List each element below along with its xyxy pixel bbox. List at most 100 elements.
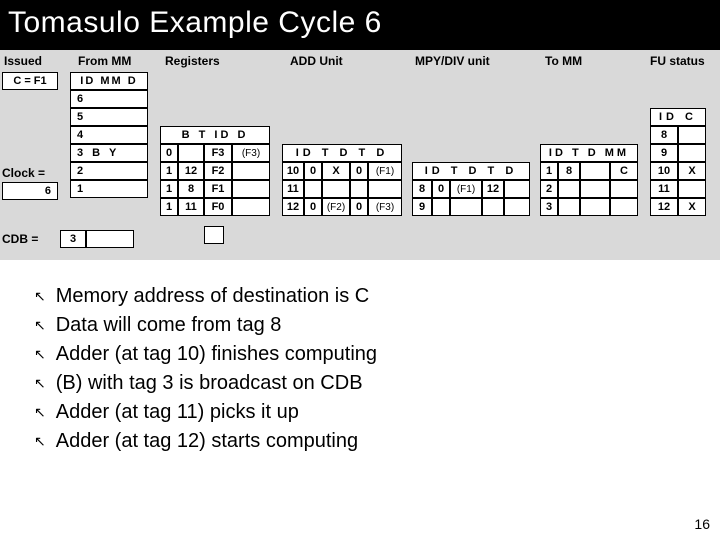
add-t2: 0 (350, 162, 368, 180)
mpy-t2 (482, 198, 504, 216)
slide-title: Tomasulo Example Cycle 6 (0, 0, 720, 50)
from-mm-row: 3 B Y (70, 144, 148, 162)
cdb-data-empty (86, 230, 134, 248)
mpy-d1 (450, 198, 482, 216)
add-d2 (368, 180, 402, 198)
tomm-subheader: ID T D MM (540, 144, 638, 162)
hdr-from-mm: From MM (78, 54, 131, 68)
fu-id: 12 (650, 198, 678, 216)
reg-t: 11 (178, 198, 204, 216)
add-d1: X (322, 162, 350, 180)
from-mm-row: 6 (70, 90, 148, 108)
reg-t (178, 144, 204, 162)
note-item: Adder (at tag 10) finishes computing (56, 340, 377, 369)
hdr-to-mm: To MM (545, 54, 582, 68)
note-item: Adder (at tag 12) starts computing (56, 427, 358, 456)
add-d1: (F2) (322, 198, 350, 216)
tomm-d (580, 198, 610, 216)
reg-d (232, 198, 270, 216)
bullet-arrow-icon: ↖ (34, 315, 46, 335)
fu-id: 9 (650, 144, 678, 162)
bullet-arrow-icon: ↖ (34, 373, 46, 393)
page-number: 16 (694, 516, 710, 532)
hdr-mpy-div: MPY/DIV unit (415, 54, 490, 68)
tomm-d (580, 162, 610, 180)
registers-subheader: B T ID D (160, 126, 270, 144)
hdr-registers: Registers (165, 54, 220, 68)
tomm-mm (610, 180, 638, 198)
fu-subheader: ID C (650, 108, 706, 126)
reg-d (232, 180, 270, 198)
clock-value: 6 (2, 182, 58, 200)
mpy-t2: 12 (482, 180, 504, 198)
fu-c (678, 180, 706, 198)
add-t2: 0 (350, 198, 368, 216)
tomm-t (558, 180, 580, 198)
cdb-label: CDB = (2, 232, 38, 246)
from-mm-row: 1 (70, 180, 148, 198)
reg-d: (F3) (232, 144, 270, 162)
tomm-id: 2 (540, 180, 558, 198)
notes-list: ↖Memory address of destination is C ↖Dat… (0, 260, 720, 456)
mpy-d1: (F1) (450, 180, 482, 198)
hdr-fu-status: FU status (650, 54, 705, 68)
fu-id: 11 (650, 180, 678, 198)
add-t2 (350, 180, 368, 198)
fu-c (678, 144, 706, 162)
clock-label: Clock = (2, 166, 45, 180)
fu-c: X (678, 198, 706, 216)
hdr-issued: Issued (4, 54, 42, 68)
reg-id: F0 (204, 198, 232, 216)
reg-b: 1 (160, 198, 178, 216)
tomm-t: 8 (558, 162, 580, 180)
mpy-subheader: ID T D T D (412, 162, 530, 180)
hdr-add-unit: ADD Unit (290, 54, 343, 68)
mpy-id: 9 (412, 198, 432, 216)
reg-b: 1 (160, 180, 178, 198)
fu-c: X (678, 162, 706, 180)
reg-id: F1 (204, 180, 232, 198)
tomm-id: 1 (540, 162, 558, 180)
tomm-d (580, 180, 610, 198)
registers-dangling (204, 226, 224, 244)
reg-b: 1 (160, 162, 178, 180)
tomm-id: 3 (540, 198, 558, 216)
issued-value: C = F1 (2, 72, 58, 90)
bullet-arrow-icon: ↖ (34, 286, 46, 306)
add-d2: (F1) (368, 162, 402, 180)
reg-b: 0 (160, 144, 178, 162)
note-item: Data will come from tag 8 (56, 311, 282, 340)
bullet-arrow-icon: ↖ (34, 344, 46, 364)
fu-id: 10 (650, 162, 678, 180)
from-mm-row: 4 (70, 126, 148, 144)
add-subheader: ID T D T D (282, 144, 402, 162)
from-mm-row: 5 (70, 108, 148, 126)
bullet-arrow-icon: ↖ (34, 402, 46, 422)
add-t1 (304, 180, 322, 198)
add-id: 12 (282, 198, 304, 216)
fu-id: 8 (650, 126, 678, 144)
tomm-mm (610, 198, 638, 216)
add-t1: 0 (304, 198, 322, 216)
reg-t: 12 (178, 162, 204, 180)
add-id: 11 (282, 180, 304, 198)
from-mm-row: 2 (70, 162, 148, 180)
mpy-d2 (504, 180, 530, 198)
reg-id: F3 (204, 144, 232, 162)
tomasulo-diagram: Issued From MM Registers ADD Unit MPY/DI… (0, 50, 720, 260)
add-t1: 0 (304, 162, 322, 180)
tomm-mm: C (610, 162, 638, 180)
note-item: Adder (at tag 11) picks it up (56, 398, 299, 427)
bullet-arrow-icon: ↖ (34, 431, 46, 451)
fu-c (678, 126, 706, 144)
tomm-t (558, 198, 580, 216)
cdb-tag-value: 3 (60, 230, 86, 248)
from-mm-subheader: ID MM D (70, 72, 148, 90)
note-item: (B) with tag 3 is broadcast on CDB (56, 369, 363, 398)
reg-id: F2 (204, 162, 232, 180)
mpy-id: 8 (412, 180, 432, 198)
mpy-t1: 0 (432, 180, 450, 198)
add-d2: (F3) (368, 198, 402, 216)
reg-d (232, 162, 270, 180)
add-id: 10 (282, 162, 304, 180)
